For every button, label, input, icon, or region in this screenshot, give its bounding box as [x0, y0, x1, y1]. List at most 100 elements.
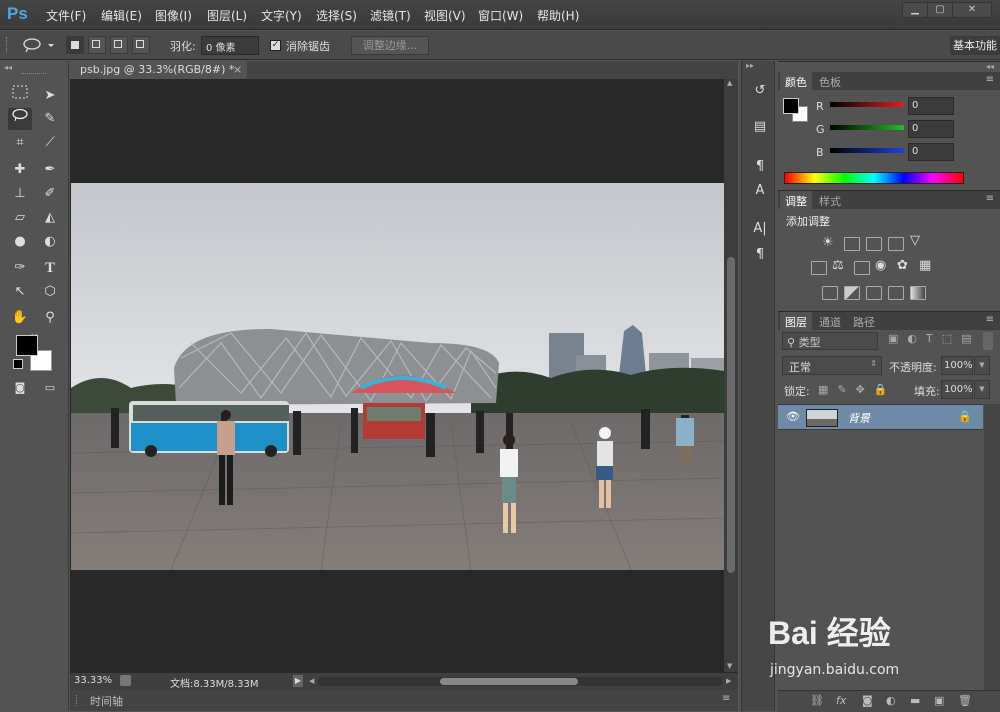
tab-adjustments[interactable]: 调整 [780, 191, 812, 209]
fill-dropdown-icon[interactable]: ▼ [974, 380, 990, 399]
posterize-icon[interactable] [844, 286, 860, 300]
pen-tool-icon[interactable]: ✑ [8, 257, 32, 279]
expand-dock-icon[interactable]: ▸▸ [746, 61, 754, 70]
move-tool-icon[interactable]: ➤ [38, 85, 62, 107]
type-tool-icon[interactable]: T [38, 257, 62, 279]
close-button[interactable]: ✕ [952, 2, 992, 18]
layer-visibility-icon[interactable]: 👁 [786, 410, 800, 423]
intersect-selection-icon[interactable] [132, 36, 150, 54]
layers-menu-icon[interactable]: ≡ [986, 314, 994, 325]
adjustments-menu-icon[interactable]: ≡ [986, 193, 994, 204]
zoom-level[interactable]: 33.33% [74, 675, 112, 686]
crop-tool-icon[interactable]: ⌗ [8, 132, 32, 154]
feather-input[interactable]: 0 像素 [201, 36, 259, 55]
maximize-button[interactable]: ▢ [927, 2, 953, 18]
menu-layer[interactable]: 图层(L) [207, 7, 247, 24]
channel-b-slider[interactable] [830, 148, 904, 153]
tab-styles[interactable]: 样式 [814, 191, 846, 209]
history-panel-icon[interactable]: ↺ [750, 81, 770, 101]
layer-filter-icons[interactable]: ▣◐T⬚▤ [888, 332, 981, 345]
opacity-dropdown-icon[interactable]: ▼ [974, 356, 990, 375]
channel-mixer-icon[interactable]: ✿ [897, 258, 908, 273]
minimize-button[interactable]: ▁ [902, 2, 928, 18]
properties-panel-icon[interactable]: ▤ [750, 117, 770, 137]
blend-mode-select[interactable]: 正常 ⇕ [782, 356, 882, 375]
layer-filter-toggle[interactable] [983, 332, 993, 350]
paint-bucket-tool-icon[interactable]: ◭ [38, 207, 62, 229]
scroll-left-icon[interactable]: ◀ [309, 677, 314, 685]
gradient-map-icon[interactable] [910, 286, 926, 300]
new-group-icon[interactable]: ▬ [910, 694, 920, 707]
tab-layers[interactable]: 图层 [780, 312, 812, 330]
color-spectrum-bar[interactable] [784, 172, 964, 184]
menu-edit[interactable]: 编辑(E) [101, 7, 142, 24]
opacity-input[interactable]: 100% [941, 356, 973, 375]
channel-r-slider[interactable] [830, 102, 904, 107]
hue-saturation-icon[interactable] [811, 261, 827, 275]
tab-color[interactable]: 颜色 [780, 72, 812, 90]
channel-b-input[interactable]: 0 [908, 143, 954, 161]
timeline-label[interactable]: 时间轴 [90, 693, 123, 709]
color-panel-menu-icon[interactable]: ≡ [986, 74, 994, 85]
toolbox-grip[interactable] [22, 73, 46, 74]
channel-g-slider[interactable] [830, 125, 904, 130]
levels-icon[interactable] [844, 237, 860, 251]
menu-type[interactable]: 文字(Y) [261, 7, 302, 24]
menu-help[interactable]: 帮助(H) [537, 7, 579, 24]
character-panel-icon[interactable]: A| [750, 219, 770, 239]
menu-file[interactable]: 文件(F) [46, 7, 86, 24]
tab-paths[interactable]: 路径 [848, 312, 880, 330]
fill-input[interactable]: 100% [941, 380, 973, 399]
curves-icon[interactable] [866, 237, 882, 251]
lasso-tool-icon[interactable] [8, 108, 32, 130]
subtract-selection-icon[interactable] [110, 36, 128, 54]
menu-window[interactable]: 窗口(W) [478, 7, 523, 24]
delete-layer-icon[interactable]: 🗑 [958, 694, 972, 707]
quick-mask-icon[interactable]: ◙ [8, 377, 32, 399]
zoom-tool-icon[interactable]: ⚲ [38, 307, 62, 329]
history-brush-tool-icon[interactable]: ✐ [38, 183, 62, 205]
hand-tool-icon[interactable]: ✋ [8, 307, 32, 329]
document-tab[interactable]: psb.jpg @ 33.3%(RGB/8#) * × [70, 61, 247, 79]
timeline-menu-icon[interactable]: ≡ [722, 693, 730, 704]
menu-view[interactable]: 视图(V) [424, 7, 466, 24]
scroll-right-icon[interactable]: ▶ [726, 677, 731, 685]
brightness-contrast-icon[interactable]: ☀ [822, 235, 834, 250]
channel-g-input[interactable]: 0 [908, 120, 954, 138]
selective-color-icon[interactable] [888, 286, 904, 300]
paragraph-panel-icon[interactable]: ¶ [750, 245, 770, 265]
color-lookup-icon[interactable]: ▦ [919, 258, 931, 273]
quick-selection-tool-icon[interactable]: ✎ [38, 108, 62, 130]
blur-tool-icon[interactable]: ● [8, 231, 32, 253]
workspace-button[interactable]: 基本功能 [950, 36, 1000, 55]
vertical-scroll-thumb[interactable] [727, 257, 735, 573]
healing-brush-tool-icon[interactable]: ✚ [8, 159, 32, 181]
new-adjustment-layer-icon[interactable]: ◐ [886, 694, 896, 707]
channel-r-input[interactable]: 0 [908, 97, 954, 115]
menu-filter[interactable]: 滤镜(T) [370, 7, 411, 24]
layer-name[interactable]: 背景 [848, 410, 870, 426]
threshold-icon[interactable] [866, 286, 882, 300]
refine-edge-button[interactable]: 调整边缘... [351, 36, 429, 55]
eraser-tool-icon[interactable]: ▱ [8, 207, 32, 229]
eyedropper-tool-icon[interactable]: ⟋ [38, 132, 62, 154]
black-white-icon[interactable] [854, 261, 870, 275]
clone-stamp-tool-icon[interactable]: ⊥ [8, 183, 32, 205]
add-selection-icon[interactable] [88, 36, 106, 54]
scroll-up-icon[interactable]: ▲ [727, 79, 732, 87]
paragraph-styles-icon[interactable]: ¶ [750, 157, 770, 177]
dodge-tool-icon[interactable]: ◐ [38, 231, 62, 253]
foreground-color-swatch[interactable] [16, 335, 38, 356]
collapse-panels-icon[interactable]: ◂◂ [986, 62, 994, 71]
photo-filter-icon[interactable]: ◉ [875, 258, 886, 273]
tab-channels[interactable]: 通道 [814, 312, 846, 330]
link-layers-icon[interactable]: ⛓ [810, 694, 824, 707]
vibrance-icon[interactable]: ▽ [910, 233, 920, 248]
horizontal-scroll-thumb[interactable] [440, 678, 578, 685]
horizontal-scrollbar[interactable] [318, 677, 722, 686]
vertical-scrollbar[interactable]: ▲ ▼ [724, 79, 738, 672]
color-balance-icon[interactable]: ⚖ [832, 258, 844, 273]
layer-style-icon[interactable]: fx [836, 694, 846, 707]
color-foreground-swatch[interactable] [783, 98, 799, 114]
exposure-icon[interactable] [888, 237, 904, 251]
